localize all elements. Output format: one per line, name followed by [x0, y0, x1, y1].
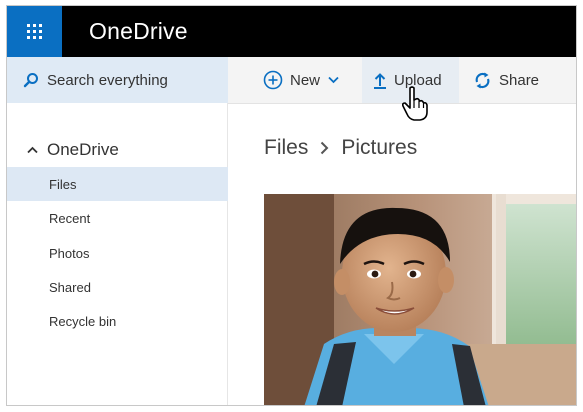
boy-photo-image [264, 194, 576, 405]
nav-header-label: OneDrive [47, 140, 119, 159]
command-bar: Search everything New Upload Share [7, 57, 576, 104]
nav-item-files[interactable]: Files [7, 167, 228, 201]
nav-item-label: Recent [49, 210, 91, 226]
nav-item-label: Shared [49, 279, 91, 295]
plus-circle-icon [263, 70, 283, 90]
breadcrumb-files[interactable]: Files [264, 136, 308, 160]
main-content: Files Pictures [228, 103, 576, 405]
nav-item-label: Recycle bin [49, 313, 117, 329]
breadcrumb-pictures: Pictures [341, 136, 418, 159]
new-button[interactable]: New [263, 57, 346, 103]
upload-arrow-icon [374, 72, 386, 89]
nav-item-recycle-bin[interactable]: Recycle bin [7, 304, 228, 338]
new-button-label: New [290, 71, 321, 89]
onedrive-window: OneDrive Search everything New Upload Sh… [6, 5, 577, 406]
nav-item-photos[interactable]: Photos [7, 236, 228, 270]
waffle-icon [27, 24, 42, 39]
share-icon [475, 72, 490, 88]
chevron-right-icon [321, 141, 329, 155]
chevron-down-icon [328, 76, 339, 84]
nav-item-label: Files [49, 176, 77, 192]
nav-item-recent[interactable]: Recent [7, 201, 228, 235]
nav-header-onedrive[interactable]: OneDrive [27, 140, 119, 160]
hand-cursor-icon [402, 86, 428, 121]
search-placeholder: Search everything [47, 71, 168, 89]
share-button[interactable]: Share [473, 57, 539, 103]
photo-thumbnail[interactable] [264, 194, 576, 405]
nav-item-shared[interactable]: Shared [7, 270, 228, 304]
share-button-label: Share [499, 71, 540, 89]
search-input[interactable]: Search everything [7, 57, 228, 103]
search-icon [23, 73, 38, 88]
left-navigation: OneDrive Files Recent Photos Shared Recy… [7, 103, 228, 405]
chevron-up-icon [27, 146, 38, 154]
breadcrumb: Files Pictures [264, 136, 417, 160]
app-title[interactable]: OneDrive [89, 18, 188, 45]
suite-bar: OneDrive [7, 6, 576, 57]
app-launcher-button[interactable] [7, 6, 62, 57]
nav-item-label: Photos [49, 245, 90, 261]
